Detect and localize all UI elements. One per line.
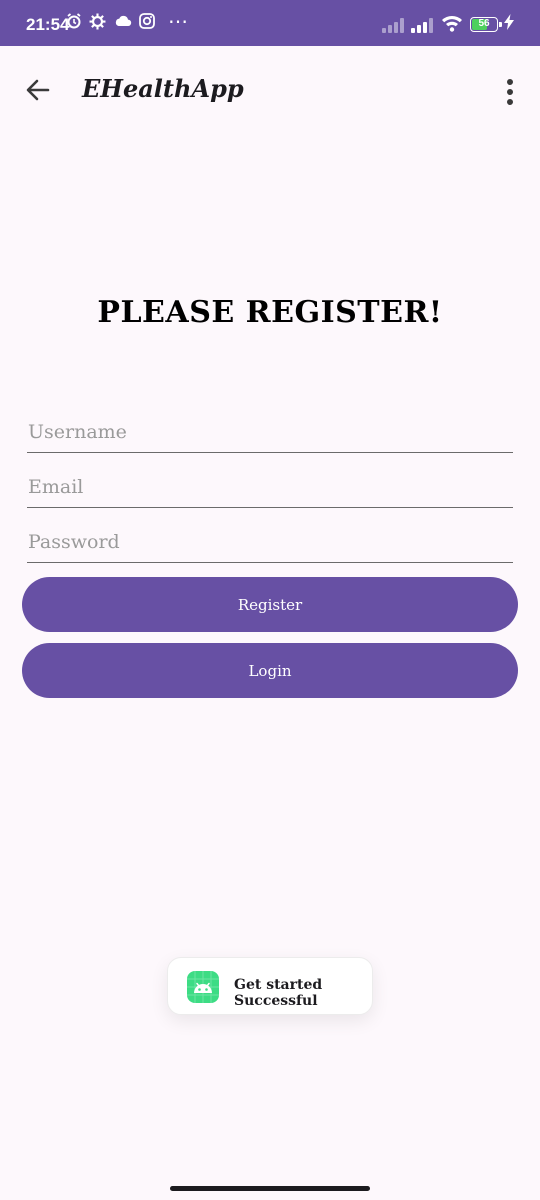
password-field-container (27, 522, 513, 563)
arrow-back-icon[interactable] (22, 74, 54, 106)
signal-icon-2 (411, 17, 433, 33)
email-field-container (27, 467, 513, 508)
email-field[interactable] (27, 467, 513, 507)
instagram-icon (139, 13, 155, 35)
password-field[interactable] (27, 522, 513, 562)
alarm-icon (66, 13, 82, 35)
app-title: EHealthApp (82, 74, 244, 103)
register-button[interactable]: Register (22, 577, 518, 632)
app-bar: EHealthApp (0, 46, 540, 136)
battery-icon: 56 (470, 17, 502, 32)
android-app-icon (187, 971, 219, 1003)
status-time: 21:54 (26, 15, 70, 34)
signal-icon (382, 17, 404, 33)
charging-bolt-icon (504, 14, 514, 35)
more-vert-icon[interactable] (496, 76, 524, 108)
toast-message: Get started Successful (167, 957, 373, 1015)
toast-text: Get started Successful (234, 977, 323, 1009)
page-title: PLEASE REGISTER! (97, 295, 443, 330)
wifi-icon (441, 14, 463, 38)
more-dots-icon: ⋯ (168, 11, 189, 33)
login-button[interactable]: Login (22, 643, 518, 698)
status-bar: 21:54 ⋯ 56 (0, 0, 540, 46)
battery-level: 56 (478, 18, 490, 29)
username-field-container (27, 412, 513, 453)
cloud-icon (114, 13, 132, 35)
gesture-home-bar[interactable] (170, 1186, 370, 1191)
settings-gear-icon (89, 13, 106, 36)
username-field[interactable] (27, 412, 513, 452)
